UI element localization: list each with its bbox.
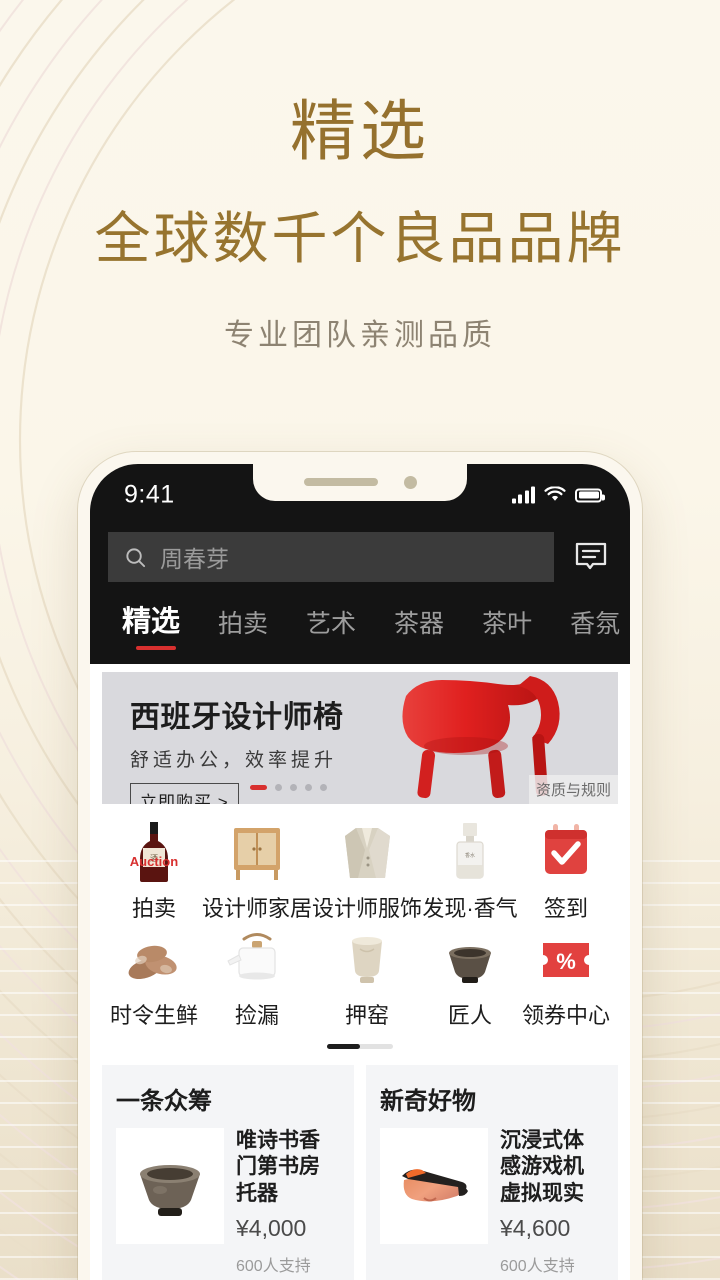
card-heading: 新奇好物 xyxy=(380,1088,476,1115)
search-bar-row: 周春芽 xyxy=(90,526,630,598)
card-crowdfunding[interactable]: 一条众筹 唯诗书香门第书房托器 ¥4,000 600人支持 xyxy=(102,1065,354,1280)
stone-bowl-photo xyxy=(140,1165,200,1216)
coupon-percent-icon: % xyxy=(530,927,602,989)
banner-dot[interactable] xyxy=(305,784,312,791)
product-title: 沉浸式体感游戏机虚拟现实 xyxy=(500,1129,584,1205)
grid-label: 发现·香气 xyxy=(422,896,518,921)
phone-mockup: 9:41 周春芽 精选 拍卖 艺术 茶器 茶叶 香氛 西班牙设计师椅 舒适办公，… xyxy=(78,452,642,1280)
grid-item-bargain[interactable]: 捡漏 xyxy=(202,927,312,1030)
grid-label: 押窑 xyxy=(345,1003,390,1028)
product-thumbnail xyxy=(380,1128,488,1244)
tab-chaqi[interactable]: 茶器 xyxy=(375,604,463,650)
calendar-check-icon xyxy=(530,820,602,882)
status-icons xyxy=(511,486,605,504)
bamboo-shoots-icon xyxy=(118,927,190,989)
cabinet-icon xyxy=(221,820,293,882)
page-title: 精选 xyxy=(290,96,430,169)
qualification-rules-badge[interactable]: 资质与规则 xyxy=(528,775,618,804)
message-button[interactable] xyxy=(570,536,612,578)
product-thumbnail xyxy=(116,1128,224,1244)
banner-headline: 西班牙设计师椅 xyxy=(130,701,344,734)
status-bar: 9:41 xyxy=(90,464,630,526)
status-time: 9:41 xyxy=(124,480,175,509)
grid-label: 设计师服饰 xyxy=(312,896,423,921)
front-camera-icon xyxy=(403,475,417,489)
banner-dots-indicator[interactable] xyxy=(250,784,327,791)
phone-screen: 9:41 周春芽 精选 拍卖 艺术 茶器 茶叶 香氛 西班牙设计师椅 舒适办公，… xyxy=(90,464,630,1280)
promo-subtitle: 全球数千个良品品牌 xyxy=(94,209,626,271)
tab-xiangfen[interactable]: 香氛 xyxy=(551,604,630,650)
svg-text:香水: 香水 xyxy=(465,852,475,859)
grid-item-designer-home[interactable]: 设计师家居 xyxy=(202,820,312,923)
phone-notch xyxy=(253,464,467,501)
teapot-icon xyxy=(221,927,293,989)
grid-label: 签到 xyxy=(543,896,588,921)
card-info: 唯诗书香门第书房托器 ¥4,000 600人支持 xyxy=(236,1128,340,1280)
product-title: 唯诗书香门第书房托器 xyxy=(236,1129,320,1205)
tab-yishu[interactable]: 艺术 xyxy=(287,604,375,650)
grid-item-artisan[interactable]: 匠人 xyxy=(422,927,518,1030)
banner-cta-button[interactable]: 立即购买 > xyxy=(130,783,239,804)
banner-dot[interactable] xyxy=(320,784,327,791)
grid-page-indicator[interactable] xyxy=(327,1044,393,1049)
wifi-icon xyxy=(544,486,566,501)
supporter-count: 600人支持 xyxy=(500,1257,575,1275)
wine-bottle-auction-icon: 酒 Auction xyxy=(118,820,190,882)
vr-glasses-photo xyxy=(402,1169,468,1202)
app-content: 西班牙设计师椅 舒适办公，效率提升 立即购买 > 资质与规则 酒 Auction… xyxy=(90,664,630,1280)
svg-text:Auction: Auction xyxy=(130,854,178,869)
grid-label: 捡漏 xyxy=(234,1003,279,1028)
grid-label: 设计师家居 xyxy=(201,896,312,921)
grid-label: 拍卖 xyxy=(131,896,176,921)
grid-item-coupon-center[interactable]: % 领券中心 xyxy=(518,927,614,1030)
card-body: 沉浸式体感游戏机虚拟现实 ¥4,600 600人支持 xyxy=(380,1128,604,1280)
category-tab-bar: 精选 拍卖 艺术 茶器 茶叶 香氛 xyxy=(90,598,630,664)
grid-label: 领券中心 xyxy=(521,1003,610,1028)
supporter-count: 600人支持 xyxy=(236,1257,311,1275)
grid-item-discover-fragrance[interactable]: 香水 发现·香气 xyxy=(422,820,518,923)
card-heading: 一条众筹 xyxy=(116,1088,212,1115)
tab-chaye[interactable]: 茶叶 xyxy=(463,604,551,650)
grid-item-checkin[interactable]: 签到 xyxy=(518,820,614,923)
banner-subhead: 舒适办公，效率提升 xyxy=(130,750,338,771)
battery-icon xyxy=(575,488,605,502)
feature-cards: 一条众筹 唯诗书香门第书房托器 ¥4,000 600人支持 新奇好物 沉浸式体感… xyxy=(102,1065,618,1280)
search-icon xyxy=(126,547,146,567)
grid-item-auction[interactable]: 酒 Auction 拍卖 xyxy=(106,820,202,923)
product-price: ¥4,000 xyxy=(236,1214,307,1241)
banner-dot[interactable] xyxy=(290,784,297,791)
promo-tagline: 专业团队亲测品质 xyxy=(224,319,496,352)
grid-item-seasonal-fresh[interactable]: 时令生鲜 xyxy=(106,927,202,1030)
promo-banner[interactable]: 西班牙设计师椅 舒适办公，效率提升 立即购买 > 资质与规则 xyxy=(102,672,618,804)
search-input[interactable]: 周春芽 xyxy=(108,532,554,582)
card-info: 沉浸式体感游戏机虚拟现实 ¥4,600 600人支持 xyxy=(500,1128,604,1280)
grid-page-indicator-fill xyxy=(327,1044,360,1049)
category-icon-grid: 酒 Auction 拍卖 设计师家居 设计师服饰 香水 发现·香气 签到 时令生… xyxy=(102,804,618,1030)
perfume-bottle-icon: 香水 xyxy=(434,820,506,882)
grid-item-designer-fashion[interactable]: 设计师服饰 xyxy=(312,820,422,923)
message-bubble-icon xyxy=(575,542,607,570)
grid-item-kiln[interactable]: 押窑 xyxy=(312,927,422,1030)
promo-header: 精选 全球数千个良品品牌 专业团队亲测品质 xyxy=(0,0,720,354)
speaker-grille-icon xyxy=(303,478,378,486)
product-price: ¥4,600 xyxy=(500,1214,571,1241)
tab-jingxuan[interactable]: 精选 xyxy=(112,598,199,650)
svg-text:%: % xyxy=(556,949,576,974)
grid-label: 时令生鲜 xyxy=(109,1003,198,1028)
stone-bowl-icon xyxy=(434,927,506,989)
grid-label: 匠人 xyxy=(448,1003,493,1028)
tab-paimai[interactable]: 拍卖 xyxy=(199,604,287,650)
banner-dot[interactable] xyxy=(275,784,282,791)
ceramic-cup-icon xyxy=(331,927,403,989)
card-body: 唯诗书香门第书房托器 ¥4,000 600人支持 xyxy=(116,1128,340,1280)
search-placeholder: 周春芽 xyxy=(160,546,229,572)
card-novelty[interactable]: 新奇好物 沉浸式体感游戏机虚拟现实 ¥4,600 600人支持 xyxy=(366,1065,618,1280)
banner-dot-active[interactable] xyxy=(250,785,267,790)
signal-bars-icon xyxy=(511,486,535,504)
blazer-icon xyxy=(331,820,403,882)
